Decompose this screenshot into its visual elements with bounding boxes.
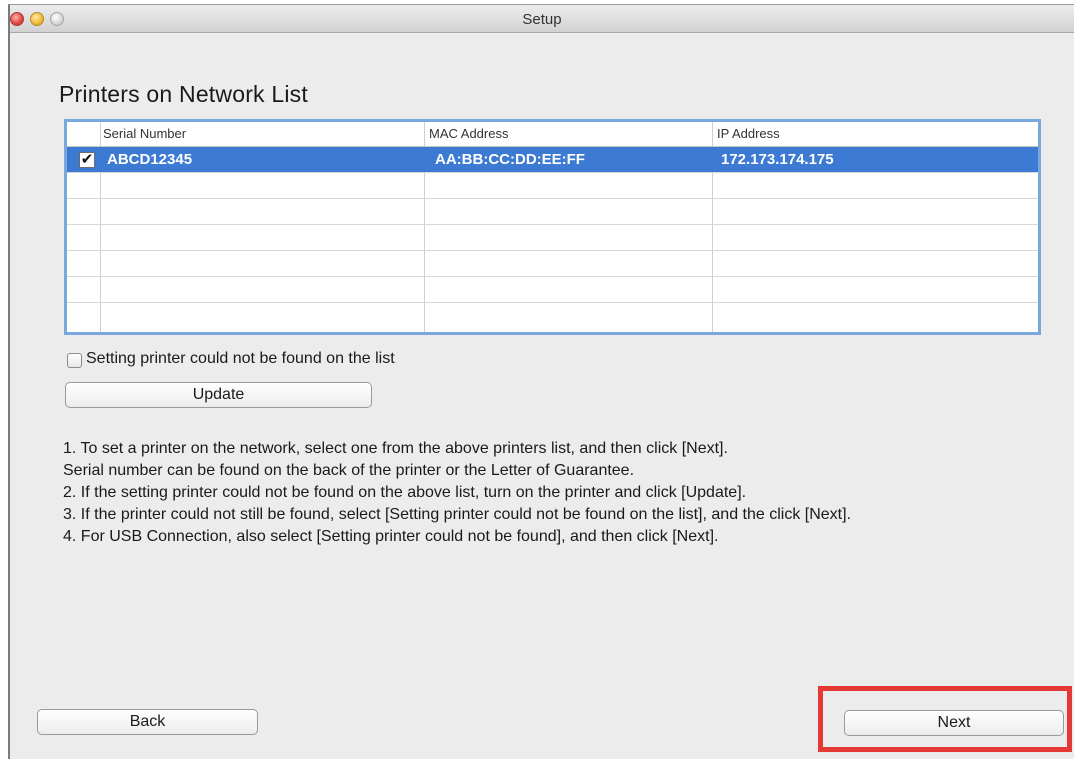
table-row[interactable]: [67, 277, 1038, 303]
setup-window: Setup Printers on Network List Serial Nu…: [8, 4, 1074, 759]
row-checkbox[interactable]: ✔: [79, 152, 95, 168]
instruction-line: 4. For USB Connection, also select [Sett…: [63, 528, 719, 545]
not-found-checkbox[interactable]: [67, 353, 82, 368]
cell-ip-address: 172.173.174.175: [721, 151, 834, 168]
column-header-mac-address[interactable]: MAC Address: [429, 126, 508, 141]
cell-mac-address: AA:BB:CC:DD:EE:FF: [435, 151, 585, 168]
back-button[interactable]: Back: [37, 709, 258, 735]
page-title: Printers on Network List: [59, 81, 308, 107]
instruction-line: 3. If the printer could not still be fou…: [63, 506, 852, 523]
table-row-selected[interactable]: ✔ ABCD12345 AA:BB:CC:DD:EE:FF 172.173.17…: [67, 147, 1038, 173]
next-button-highlight: [818, 686, 1072, 752]
table-row[interactable]: [67, 251, 1038, 277]
printers-table: Serial Number MAC Address IP Address ✔ A…: [64, 119, 1041, 335]
cell-serial-number: ABCD12345: [107, 151, 193, 168]
update-button[interactable]: Update: [65, 382, 372, 408]
column-header-serial-number[interactable]: Serial Number: [103, 126, 186, 141]
table-row[interactable]: [67, 173, 1038, 199]
table-row[interactable]: [67, 303, 1038, 329]
instruction-line: 1. To set a printer on the network, sele…: [63, 440, 728, 457]
instruction-line: 2. If the setting printer could not be f…: [63, 484, 747, 501]
window-title: Setup: [522, 11, 562, 28]
column-header-ip-address[interactable]: IP Address: [717, 126, 780, 141]
table-header: Serial Number MAC Address IP Address: [67, 122, 1038, 147]
instructions-text: 1. To set a printer on the network, sele…: [63, 438, 1023, 548]
instruction-line: Serial number can be found on the back o…: [63, 462, 635, 479]
table-row[interactable]: [67, 225, 1038, 251]
not-found-checkbox-label[interactable]: Setting printer could not be found on th…: [86, 350, 395, 368]
table-row[interactable]: [67, 199, 1038, 225]
title-bar: Setup: [10, 5, 1074, 33]
